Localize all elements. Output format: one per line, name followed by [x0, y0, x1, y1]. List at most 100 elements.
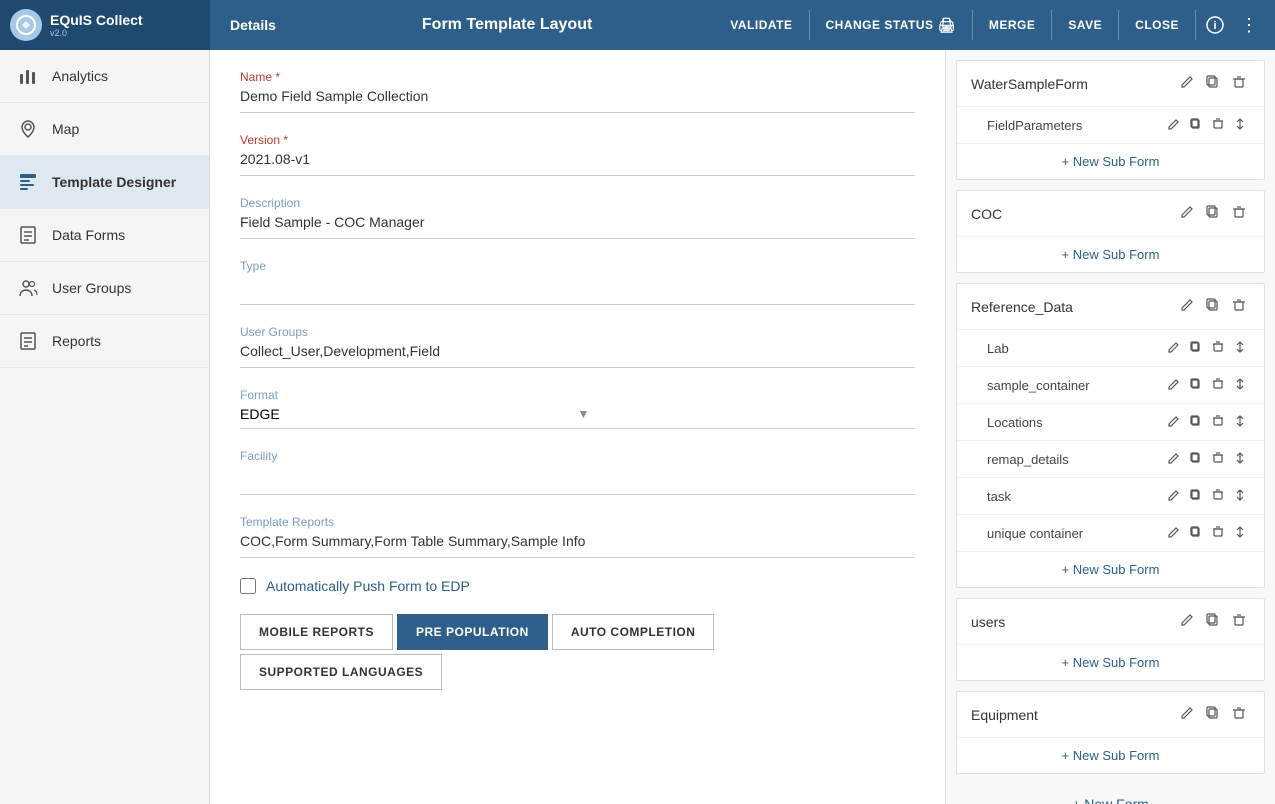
- copy-coc-button[interactable]: [1202, 203, 1224, 224]
- type-value: [240, 277, 915, 305]
- edit-unique-container-button[interactable]: [1164, 523, 1184, 543]
- topnav-actions: VALIDATE CHANGE STATUS 🖨 MERGE SAVE CLOS…: [718, 9, 1275, 42]
- move-remap-details-button[interactable]: [1230, 449, 1250, 469]
- sidebar-item-analytics[interactable]: Analytics: [0, 50, 209, 103]
- format-value: EDGE: [240, 406, 578, 422]
- pre-population-button[interactable]: PRE POPULATION: [397, 614, 548, 650]
- form-group-users: users + New Sub Form: [956, 598, 1265, 681]
- copy-equipment-button[interactable]: [1202, 704, 1224, 725]
- edit-equipment-button[interactable]: [1176, 704, 1198, 725]
- change-status-button[interactable]: CHANGE STATUS 🖨: [814, 11, 968, 40]
- new-sub-form-users[interactable]: + New Sub Form: [957, 644, 1264, 680]
- divider: [1118, 10, 1119, 40]
- sidebar-data-forms-label: Data Forms: [52, 227, 125, 243]
- close-button[interactable]: CLOSE: [1123, 12, 1191, 38]
- edit-reference-data-button[interactable]: [1176, 296, 1198, 317]
- name-label: Name *: [240, 70, 915, 84]
- sidebar: Analytics Map Template Designer: [0, 50, 210, 804]
- delete-sample-container-button[interactable]: [1208, 375, 1228, 395]
- move-locations-button[interactable]: [1230, 412, 1250, 432]
- divider: [809, 10, 810, 40]
- new-sub-form-reference-data[interactable]: + New Sub Form: [957, 551, 1264, 587]
- sidebar-map-label: Map: [52, 121, 79, 137]
- delete-users-button[interactable]: [1228, 611, 1250, 632]
- template-reports-field: Template Reports COC,Form Summary,Form T…: [240, 515, 915, 558]
- move-lab-button[interactable]: [1230, 338, 1250, 358]
- edit-task-button[interactable]: [1164, 486, 1184, 506]
- edit-sample-container-button[interactable]: [1164, 375, 1184, 395]
- copy-reference-data-button[interactable]: [1202, 296, 1224, 317]
- delete-locations-button[interactable]: [1208, 412, 1228, 432]
- supported-languages-button[interactable]: SUPPORTED LANGUAGES: [240, 654, 442, 690]
- svg-text:i: i: [1213, 20, 1216, 32]
- copy-locations-button[interactable]: [1186, 412, 1206, 432]
- more-options-button[interactable]: ⋮: [1234, 9, 1265, 42]
- move-task-button[interactable]: [1230, 486, 1250, 506]
- move-unique-container-button[interactable]: [1230, 523, 1250, 543]
- user-groups-field: User Groups Collect_User,Development,Fie…: [240, 325, 915, 368]
- sidebar-item-data-forms[interactable]: Data Forms: [0, 209, 209, 262]
- edit-users-button[interactable]: [1176, 611, 1198, 632]
- info-button[interactable]: i: [1200, 10, 1230, 40]
- sidebar-item-reports[interactable]: Reports: [0, 315, 209, 368]
- form-group-title-users: users: [971, 614, 1168, 630]
- form-group-reference-data: Reference_DataLabsample_containerLocatio…: [956, 283, 1265, 588]
- sub-item-locations: Locations: [957, 403, 1264, 440]
- dropdown-arrow-icon: ▼: [578, 407, 916, 421]
- auto-push-row: Automatically Push Form to EDP: [240, 578, 915, 594]
- edit-coc-button[interactable]: [1176, 203, 1198, 224]
- new-sub-form-coc[interactable]: + New Sub Form: [957, 236, 1264, 272]
- sub-item-sample-container: sample_container: [957, 366, 1264, 403]
- delete-water-sample-form-button[interactable]: [1228, 73, 1250, 94]
- copy-users-button[interactable]: [1202, 611, 1224, 632]
- sub-item-title-sample-container: sample_container: [987, 378, 1156, 393]
- copy-sample-container-button[interactable]: [1186, 375, 1206, 395]
- form-group-title-reference-data: Reference_Data: [971, 299, 1168, 315]
- sidebar-item-template-designer[interactable]: Template Designer: [0, 156, 209, 209]
- brand-logo[interactable]: EQuIS Collect v2.0: [0, 0, 210, 50]
- new-form-button[interactable]: + New Form: [956, 784, 1265, 804]
- user-groups-value: Collect_User,Development,Field: [240, 343, 915, 368]
- sidebar-user-groups-label: User Groups: [52, 280, 131, 296]
- copy-task-button[interactable]: [1186, 486, 1206, 506]
- copy-unique-container-button[interactable]: [1186, 523, 1206, 543]
- facility-field: Facility: [240, 449, 915, 495]
- delete-coc-button[interactable]: [1228, 203, 1250, 224]
- delete-task-button[interactable]: [1208, 486, 1228, 506]
- sidebar-item-map[interactable]: Map: [0, 103, 209, 156]
- edit-water-sample-form-button[interactable]: [1176, 73, 1198, 94]
- validate-button[interactable]: VALIDATE: [718, 12, 804, 38]
- delete-lab-button[interactable]: [1208, 338, 1228, 358]
- save-button[interactable]: SAVE: [1056, 12, 1114, 38]
- main-layout: Analytics Map Template Designer: [0, 50, 1275, 804]
- delete-unique-container-button[interactable]: [1208, 523, 1228, 543]
- delete-remap-details-button[interactable]: [1208, 449, 1228, 469]
- copy-water-sample-form-button[interactable]: [1202, 73, 1224, 94]
- move-field-parameters-button[interactable]: [1230, 115, 1250, 135]
- edit-lab-button[interactable]: [1164, 338, 1184, 358]
- sidebar-item-user-groups[interactable]: User Groups: [0, 262, 209, 315]
- merge-button[interactable]: MERGE: [977, 12, 1048, 38]
- delete-reference-data-button[interactable]: [1228, 296, 1250, 317]
- move-sample-container-button[interactable]: [1230, 375, 1250, 395]
- copy-lab-button[interactable]: [1186, 338, 1206, 358]
- auto-push-label: Automatically Push Form to EDP: [266, 578, 470, 594]
- reports-icon: [16, 329, 40, 353]
- mobile-reports-button[interactable]: MOBILE REPORTS: [240, 614, 393, 650]
- edit-field-parameters-button[interactable]: [1164, 115, 1184, 135]
- template-reports-value: COC,Form Summary,Form Table Summary,Samp…: [240, 533, 915, 558]
- format-select-row[interactable]: EDGE ▼: [240, 406, 915, 429]
- new-sub-form-water-sample-form[interactable]: + New Sub Form: [957, 143, 1264, 179]
- new-sub-form-equipment[interactable]: + New Sub Form: [957, 737, 1264, 773]
- section-title: Details: [210, 17, 296, 33]
- template-designer-icon: [16, 170, 40, 194]
- delete-equipment-button[interactable]: [1228, 704, 1250, 725]
- copy-field-parameters-button[interactable]: [1186, 115, 1206, 135]
- edit-remap-details-button[interactable]: [1164, 449, 1184, 469]
- edit-locations-button[interactable]: [1164, 412, 1184, 432]
- top-navigation: EQuIS Collect v2.0 Details Form Template…: [0, 0, 1275, 50]
- auto-completion-button[interactable]: AUTO COMPLETION: [552, 614, 715, 650]
- delete-field-parameters-button[interactable]: [1208, 115, 1228, 135]
- auto-push-checkbox[interactable]: [240, 578, 256, 594]
- copy-remap-details-button[interactable]: [1186, 449, 1206, 469]
